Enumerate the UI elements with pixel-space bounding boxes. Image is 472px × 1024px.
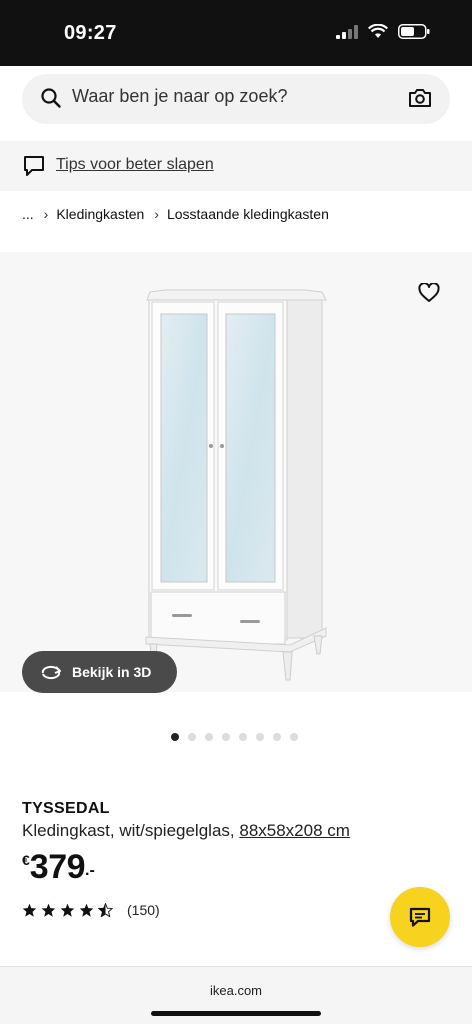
star-icon [41, 903, 56, 917]
carousel-dot[interactable] [171, 733, 179, 741]
carousel-dot[interactable] [222, 733, 230, 741]
camera-icon[interactable] [408, 87, 432, 109]
price-currency: € [22, 852, 30, 868]
chat-bubble-icon [24, 156, 44, 176]
wardrobe-image [145, 289, 327, 681]
breadcrumb-item-ellipsis[interactable]: ... [22, 206, 34, 222]
breadcrumb-item-losstaande-kledingkasten[interactable]: Losstaande kledingkasten [167, 206, 329, 222]
carousel-dot[interactable] [239, 733, 247, 741]
price-value: 379 [29, 848, 86, 886]
product-image[interactable] [0, 252, 472, 692]
chat-icon [409, 907, 431, 927]
product-name: TYSSEDAL [22, 800, 110, 817]
chevron-right-icon: › [43, 206, 49, 222]
status-icons [336, 24, 430, 39]
carousel-dot[interactable] [290, 733, 298, 741]
cellular-signal-icon [336, 24, 358, 39]
status-bar: 09:27 [0, 0, 472, 66]
carousel-dot[interactable] [205, 733, 213, 741]
status-time: 09:27 [64, 22, 117, 44]
half-star-icon [98, 903, 113, 917]
wifi-icon [368, 24, 388, 38]
review-count: (150) [127, 902, 160, 918]
chat-button[interactable] [390, 887, 450, 947]
breadcrumb: ... › Kledingkasten › Losstaande kleding… [22, 206, 329, 222]
search-bar[interactable] [22, 74, 450, 124]
view-in-3d-label: Bekijk in 3D [72, 664, 152, 680]
product-rating[interactable]: (150) [22, 902, 160, 918]
price-suffix: .- [85, 862, 95, 879]
product-price: € 379 .- [22, 848, 95, 887]
carousel-dots [171, 733, 298, 741]
battery-icon [398, 24, 430, 39]
star-icon [79, 903, 94, 917]
star-icon [60, 903, 75, 917]
carousel-dot[interactable] [188, 733, 196, 741]
search-input[interactable] [72, 86, 392, 107]
url-text[interactable]: ikea.com [0, 983, 472, 998]
star-icon [22, 903, 37, 917]
view-in-3d-button[interactable]: Bekijk in 3D [22, 651, 177, 693]
tips-banner[interactable]: Tips voor beter slapen [0, 141, 472, 191]
product-type: Kledingkast, wit/spiegelglas, [22, 821, 235, 840]
carousel-dot[interactable] [256, 733, 264, 741]
search-icon [41, 88, 61, 108]
product-description: Kledingkast, wit/spiegelglas, 88x58x208 … [22, 821, 350, 841]
tips-link[interactable]: Tips voor beter slapen [56, 156, 214, 174]
product-dimensions-link[interactable]: 88x58x208 cm [239, 821, 350, 840]
heart-icon[interactable] [418, 283, 440, 303]
rotate-3d-icon [41, 665, 61, 680]
carousel-dot[interactable] [273, 733, 281, 741]
chevron-right-icon: › [154, 206, 159, 222]
home-indicator[interactable] [151, 1011, 321, 1016]
browser-address-bar[interactable]: ikea.com [0, 966, 472, 1024]
breadcrumb-item-kledingkasten[interactable]: Kledingkasten [56, 206, 144, 222]
